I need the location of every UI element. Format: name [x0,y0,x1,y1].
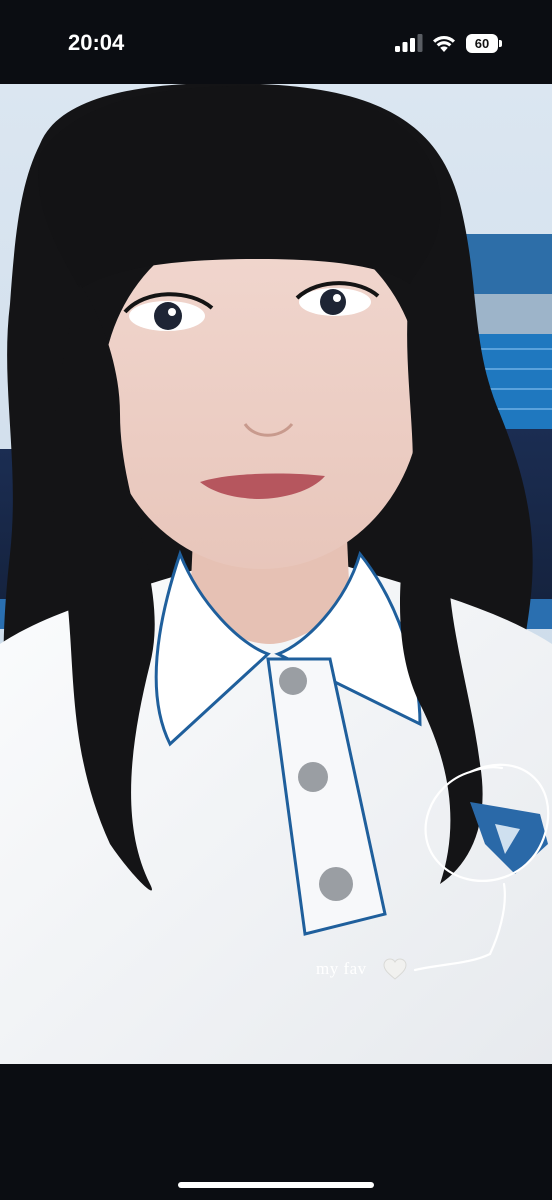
cellular-signal-icon [395,34,423,52]
photo-illustration [0,84,552,1064]
face [102,219,422,569]
battery-indicator: 60 [466,34,502,53]
photo-caption: my fav [316,959,367,978]
status-time: 20:04 [68,30,125,55]
status-bar: 20:04 60 [0,0,552,84]
battery-cap [499,40,502,47]
home-indicator[interactable] [178,1182,374,1188]
battery-level: 60 [474,36,490,51]
wifi-icon [433,35,455,52]
hair-bangs [38,85,441,289]
selfie-photo[interactable]: my fav [0,84,552,1064]
heart-icon [383,958,407,980]
